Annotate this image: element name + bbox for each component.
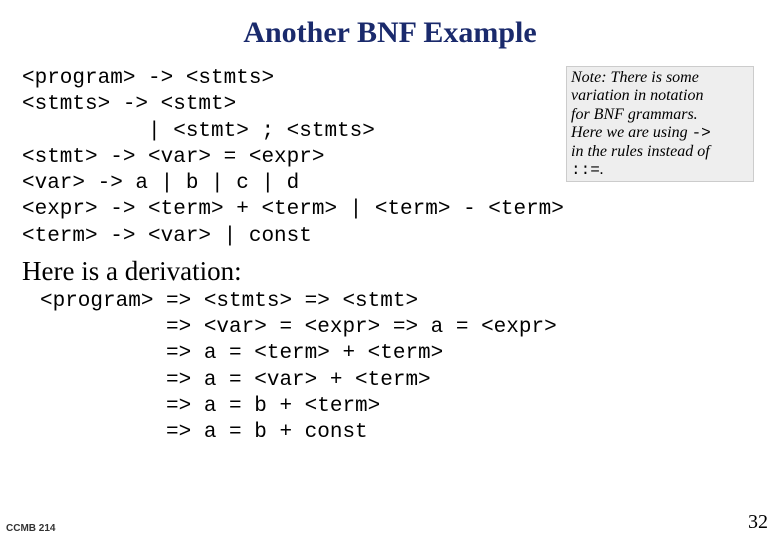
derivation-heading: Here is a derivation: [22,256,758,287]
derivation-block: <program> => <stmts> => <stmt> => <var> … [40,289,758,447]
slide: Another BNF Example <program> -> <stmts>… [0,0,780,540]
grammar-area: <program> -> <stmts> <stmts> -> <stmt> |… [22,66,758,250]
derivation-line: => a = <var> + <term> [40,369,431,392]
footer-course: CCMB 214 [6,523,55,534]
note-box: Note: There is some variation in notatio… [566,66,754,182]
note-line: for BNF grammars. [571,106,698,123]
grammar-line: <stmt> -> <var> = <expr> [22,146,324,169]
note-dot: . [600,161,604,178]
derivation-line: => a = b + const [40,421,368,444]
grammar-line: <var> -> a | b | c | d [22,172,299,195]
derivation-line: <program> => <stmts> => <stmt> [40,290,418,313]
derivation-line: => a = <term> + <term> [40,342,443,365]
grammar-line: <program> -> <stmts> [22,67,274,90]
note-arrow: -> [692,124,711,142]
note-line: Note: There is some [571,69,699,86]
grammar-line: <stmts> -> <stmt> [22,93,236,116]
page-number: 32 [748,511,768,534]
note-line: in the rules instead of [571,143,710,160]
grammar-line: <expr> -> <term> + <term> | <term> - <te… [22,198,564,221]
note-line: Here we are using [571,124,692,141]
slide-title: Another BNF Example [22,16,758,50]
grammar-line: <term> -> <var> | const [22,225,312,248]
grammar-line: | <stmt> ; <stmts> [22,120,375,143]
derivation-line: => <var> = <expr> => a = <expr> [40,316,557,339]
derivation-line: => a = b + <term> [40,395,380,418]
note-alt: ::= [571,161,600,179]
note-line: variation in notation [571,87,703,104]
